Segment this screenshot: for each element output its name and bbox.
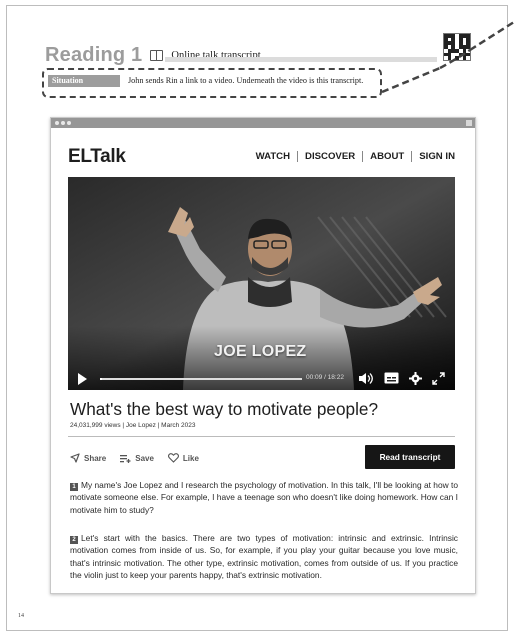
page-number: 14 xyxy=(18,613,24,619)
progress-bar[interactable] xyxy=(100,378,302,380)
fullscreen-icon[interactable] xyxy=(432,372,445,385)
share-icon xyxy=(70,453,80,463)
talk-title: What's the best way to motivate people? xyxy=(70,399,379,419)
title-rule xyxy=(165,57,437,62)
nav-sign-in[interactable]: SIGN IN xyxy=(412,151,455,162)
paragraph-number: 2 xyxy=(70,536,78,544)
paragraph-text: Let's start with the basics. There are t… xyxy=(70,533,458,580)
paragraph-text: My name's Joe Lopez and I research the p… xyxy=(70,480,458,515)
site-logo[interactable]: ELTalk xyxy=(68,146,126,168)
situation-text: John sends Rin a link to a video. Undern… xyxy=(128,76,364,85)
transcript-paragraph-1: 1 My name's Joe Lopez and I research the … xyxy=(70,479,458,516)
window-dot-icon[interactable] xyxy=(61,121,65,125)
window-dot-icon[interactable] xyxy=(67,121,71,125)
speaker-name-overlay: JOE LOPEZ xyxy=(214,343,307,360)
transcript-paragraph-2: 2 Let's start with the basics. There are … xyxy=(70,532,458,581)
site-nav: WATCH DISCOVER ABOUT SIGN IN xyxy=(249,151,455,162)
captions-icon[interactable] xyxy=(384,372,399,384)
read-transcript-button[interactable]: Read transcript xyxy=(365,445,455,469)
browser-window: ELTalk WATCH DISCOVER ABOUT SIGN IN JOE … xyxy=(50,117,476,594)
situation-label: Situation xyxy=(48,75,120,87)
time-display: 00:09 / 18:22 xyxy=(306,374,344,381)
share-label: Share xyxy=(84,453,107,463)
settings-gear-icon[interactable] xyxy=(409,372,422,385)
heart-icon xyxy=(167,453,179,463)
video-player[interactable]: JOE LOPEZ 00:09 / 18:22 xyxy=(68,177,455,390)
video-controls: 00:09 / 18:22 xyxy=(68,368,455,390)
share-button[interactable]: Share xyxy=(70,453,106,463)
save-button[interactable]: Save xyxy=(120,454,154,463)
save-list-icon xyxy=(120,454,131,463)
play-icon[interactable] xyxy=(78,373,87,385)
nav-watch[interactable]: WATCH xyxy=(249,151,297,162)
book-icon xyxy=(150,50,164,61)
paragraph-number: 1 xyxy=(70,483,78,491)
talk-meta: 24,031,999 views | Joe Lopez | March 202… xyxy=(70,422,196,429)
like-button[interactable]: Like xyxy=(167,453,199,463)
qr-code[interactable] xyxy=(443,33,471,61)
progress-fill xyxy=(100,378,102,380)
talk-actions: Share Save Like xyxy=(70,453,213,463)
like-label: Like xyxy=(182,453,199,463)
reading-title: Reading 1 xyxy=(45,44,143,66)
nav-discover[interactable]: DISCOVER xyxy=(298,151,362,162)
divider xyxy=(68,436,455,437)
window-dot-icon[interactable] xyxy=(55,121,59,125)
volume-icon[interactable] xyxy=(358,372,374,385)
window-maximize-icon[interactable] xyxy=(466,120,472,126)
reading-header: Reading 1 Online talk transcript xyxy=(45,44,261,67)
browser-title-bar xyxy=(51,118,475,128)
save-label: Save xyxy=(135,453,154,463)
nav-about[interactable]: ABOUT xyxy=(363,151,411,162)
qr-module xyxy=(466,56,470,60)
